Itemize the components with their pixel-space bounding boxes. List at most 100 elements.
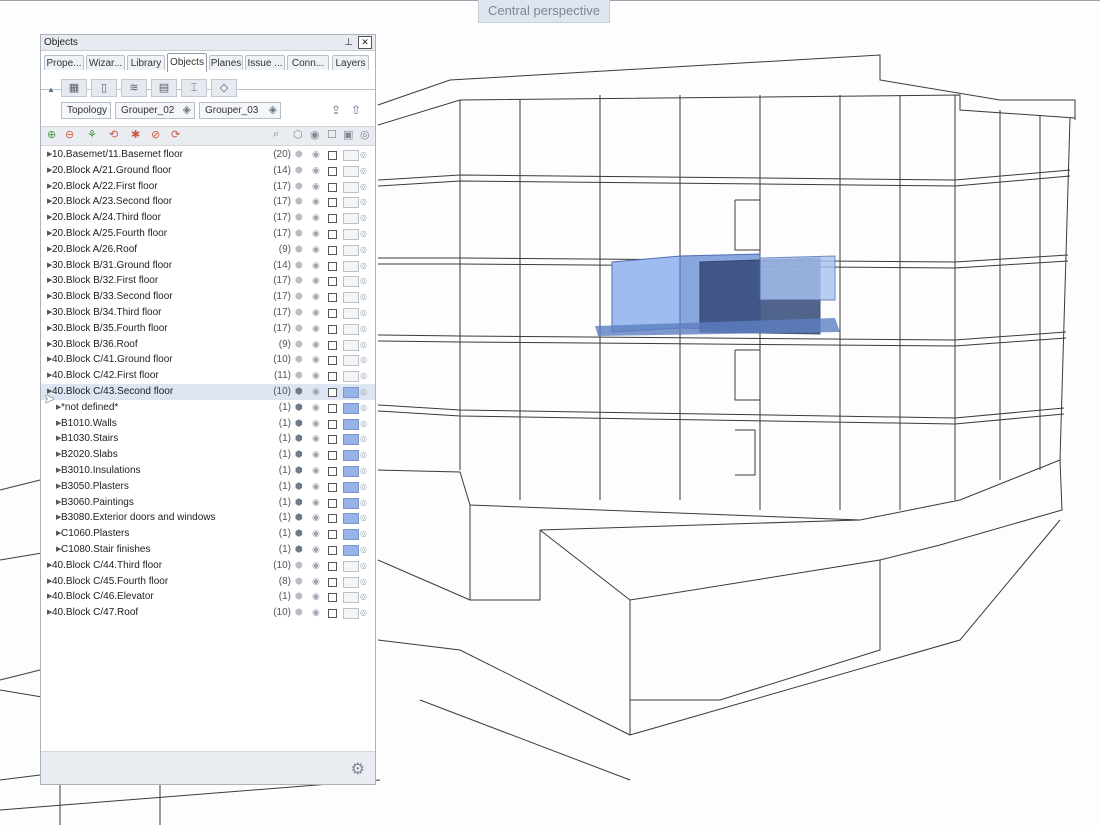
settings-dot-icon[interactable]: ◎ <box>360 400 367 416</box>
cube-icon[interactable]: ⬢ <box>295 574 303 590</box>
settings-dot-icon[interactable]: ◎ <box>360 605 367 621</box>
color-swatch[interactable] <box>343 276 359 288</box>
pin-icon[interactable]: ⊥ <box>344 35 353 50</box>
color-swatch[interactable] <box>343 323 359 335</box>
color-swatch[interactable] <box>343 260 359 272</box>
visibility-checkbox[interactable] <box>328 577 337 587</box>
tab-planes[interactable]: Planes <box>209 55 243 70</box>
settings-dot-icon[interactable]: ◎ <box>360 258 367 274</box>
color-swatch[interactable] <box>343 529 359 541</box>
settings-dot-icon[interactable]: ◎ <box>360 321 367 337</box>
eye-icon[interactable]: ◉ <box>312 210 320 226</box>
settings-dot-icon[interactable]: ◎ <box>360 510 367 526</box>
tag-icon[interactable]: ◇ <box>211 79 237 97</box>
collapse-triangle-icon[interactable]: ▲ <box>47 85 55 94</box>
eye-icon[interactable]: ◉ <box>312 289 320 305</box>
color-swatch[interactable] <box>343 228 359 240</box>
visibility-checkbox[interactable] <box>328 593 337 603</box>
color-swatch[interactable] <box>343 307 359 319</box>
tab-wizard[interactable]: Wizar... <box>86 55 125 70</box>
visibility-checkbox[interactable] <box>328 261 337 271</box>
visibility-checkbox[interactable] <box>328 419 337 429</box>
color-swatch[interactable] <box>343 465 359 477</box>
collapse-all-icon[interactable]: ⊖ <box>65 128 74 141</box>
cube-icon[interactable]: ⬢ <box>295 352 303 368</box>
filter-icon[interactable]: ⟲ <box>109 128 118 141</box>
tab-properties[interactable]: Prope... <box>44 55 84 70</box>
eye-icon[interactable]: ◉ <box>312 479 320 495</box>
eye-icon[interactable]: ◉ <box>312 194 320 210</box>
checkbox-header-icon[interactable]: ☐ <box>327 128 337 141</box>
eye-icon[interactable]: ◉ <box>312 147 320 163</box>
settings-dot-icon[interactable]: ◎ <box>360 194 367 210</box>
tree-icon[interactable]: ⚘ <box>87 128 97 141</box>
settings-dot-icon[interactable]: ◎ <box>360 147 367 163</box>
tree-row[interactable]: ▶ 30.Block B/34.Third floor (17) ⬢ ◉ ◎ <box>41 305 375 321</box>
cube-icon[interactable]: ⬢ <box>295 321 303 337</box>
visibility-checkbox[interactable] <box>328 324 337 334</box>
eye-icon[interactable]: ◉ <box>312 226 320 242</box>
settings-dot-icon[interactable]: ◎ <box>360 542 367 558</box>
structure-icon[interactable]: ⌶ <box>181 79 207 97</box>
eye-icon[interactable]: ◉ <box>312 368 320 384</box>
visibility-checkbox[interactable] <box>328 293 337 303</box>
cube-icon[interactable]: ⬢ <box>295 542 303 558</box>
tree-child-row[interactable]: ▶ *not defined* (1) ⬢ ◉ ◎ <box>41 400 375 416</box>
panel-title-bar[interactable]: Objects ⊥ ✕ <box>41 35 375 51</box>
tree-row[interactable]: ▶ 40.Block C/42.First floor (11) ⬢ ◉ ◎ <box>41 368 375 384</box>
tree-child-row[interactable]: ▶ B1010.Walls (1) ⬢ ◉ ◎ <box>41 416 375 432</box>
visibility-checkbox[interactable] <box>328 151 337 160</box>
eye-icon[interactable]: ◉ <box>312 495 320 511</box>
objects-panel[interactable]: Objects ⊥ ✕ Prope... Wizar... Library Ob… <box>40 34 376 785</box>
grid-icon[interactable]: ▤ <box>151 79 177 97</box>
tree-row[interactable]: ▶ 40.Block C/44.Third floor (10) ⬢ ◉ ◎ <box>41 558 375 574</box>
gear-icon[interactable]: ⚙ <box>351 759 365 779</box>
settings-dot-icon[interactable]: ◎ <box>360 558 367 574</box>
cube-icon[interactable]: ⬢ <box>295 337 303 353</box>
eye-icon[interactable]: ◉ <box>312 463 320 479</box>
cube-icon[interactable]: ⬢ <box>295 605 303 621</box>
color-swatch[interactable] <box>343 213 359 225</box>
settings-dot-icon[interactable]: ◎ <box>360 273 367 289</box>
color-swatch[interactable] <box>343 386 359 398</box>
settings-dot-icon[interactable]: ◎ <box>360 463 367 479</box>
export-icon[interactable]: ⇪ <box>331 103 341 117</box>
visibility-checkbox[interactable] <box>328 372 337 382</box>
visibility-checkbox[interactable] <box>328 277 337 287</box>
eye-icon[interactable]: ◉ <box>312 526 320 542</box>
visibility-checkbox[interactable] <box>328 451 337 461</box>
eye-icon[interactable]: ◉ <box>312 542 320 558</box>
settings-dot-icon[interactable]: ◎ <box>360 226 367 242</box>
visibility-checkbox[interactable] <box>328 182 337 192</box>
tree-row[interactable]: ▶ 30.Block B/36.Roof (9) ⬢ ◉ ◎ <box>41 337 375 353</box>
eye-icon[interactable]: ◉ <box>312 400 320 416</box>
tab-issue[interactable]: Issue ... <box>245 55 285 70</box>
settings-dot-icon[interactable]: ◎ <box>360 495 367 511</box>
eye-icon[interactable]: ◉ <box>312 179 320 195</box>
tree-row[interactable]: ▶ 20.Block A/23.Second floor (17) ⬢ ◉ ◎ <box>41 194 375 210</box>
color-swatch[interactable] <box>343 608 359 620</box>
cube-icon[interactable]: ⬢ <box>295 289 303 305</box>
visibility-checkbox[interactable] <box>328 530 337 540</box>
settings-small-icon[interactable]: ◎ <box>360 128 370 141</box>
color-swatch[interactable] <box>343 292 359 304</box>
color-swatch[interactable] <box>343 371 359 383</box>
tab-connections[interactable]: Conn... <box>287 55 329 70</box>
eye-icon[interactable]: ◉ <box>312 510 320 526</box>
eye-icon[interactable]: ◉ <box>312 352 320 368</box>
isolate-icon[interactable]: ✱ <box>131 128 140 141</box>
page-icon[interactable]: ▯ <box>91 79 117 97</box>
tree-child-row[interactable]: ▶ B1030.Stairs (1) ⬢ ◉ ◎ <box>41 431 375 447</box>
color-swatch[interactable] <box>343 165 359 177</box>
tree-row[interactable]: ▶ 30.Block B/35.Fourth floor (17) ⬢ ◉ ◎ <box>41 321 375 337</box>
tree-child-row[interactable]: ▶ B3060.Paintings (1) ⬢ ◉ ◎ <box>41 495 375 511</box>
visibility-checkbox[interactable] <box>328 214 337 224</box>
tree-row[interactable]: ▶ 30.Block B/32.First floor (17) ⬢ ◉ ◎ <box>41 273 375 289</box>
tree-row[interactable]: ▶ 20.Block A/26.Roof (9) ⬢ ◉ ◎ <box>41 242 375 258</box>
color-swatch[interactable] <box>343 576 359 588</box>
settings-dot-icon[interactable]: ◎ <box>360 179 367 195</box>
tree-row[interactable]: ▶ 30.Block B/33.Second floor (17) ⬢ ◉ ◎ <box>41 289 375 305</box>
color-swatch[interactable] <box>343 339 359 351</box>
eye-icon[interactable]: ◉ <box>312 258 320 274</box>
cube-icon[interactable]: ⬢ <box>295 479 303 495</box>
